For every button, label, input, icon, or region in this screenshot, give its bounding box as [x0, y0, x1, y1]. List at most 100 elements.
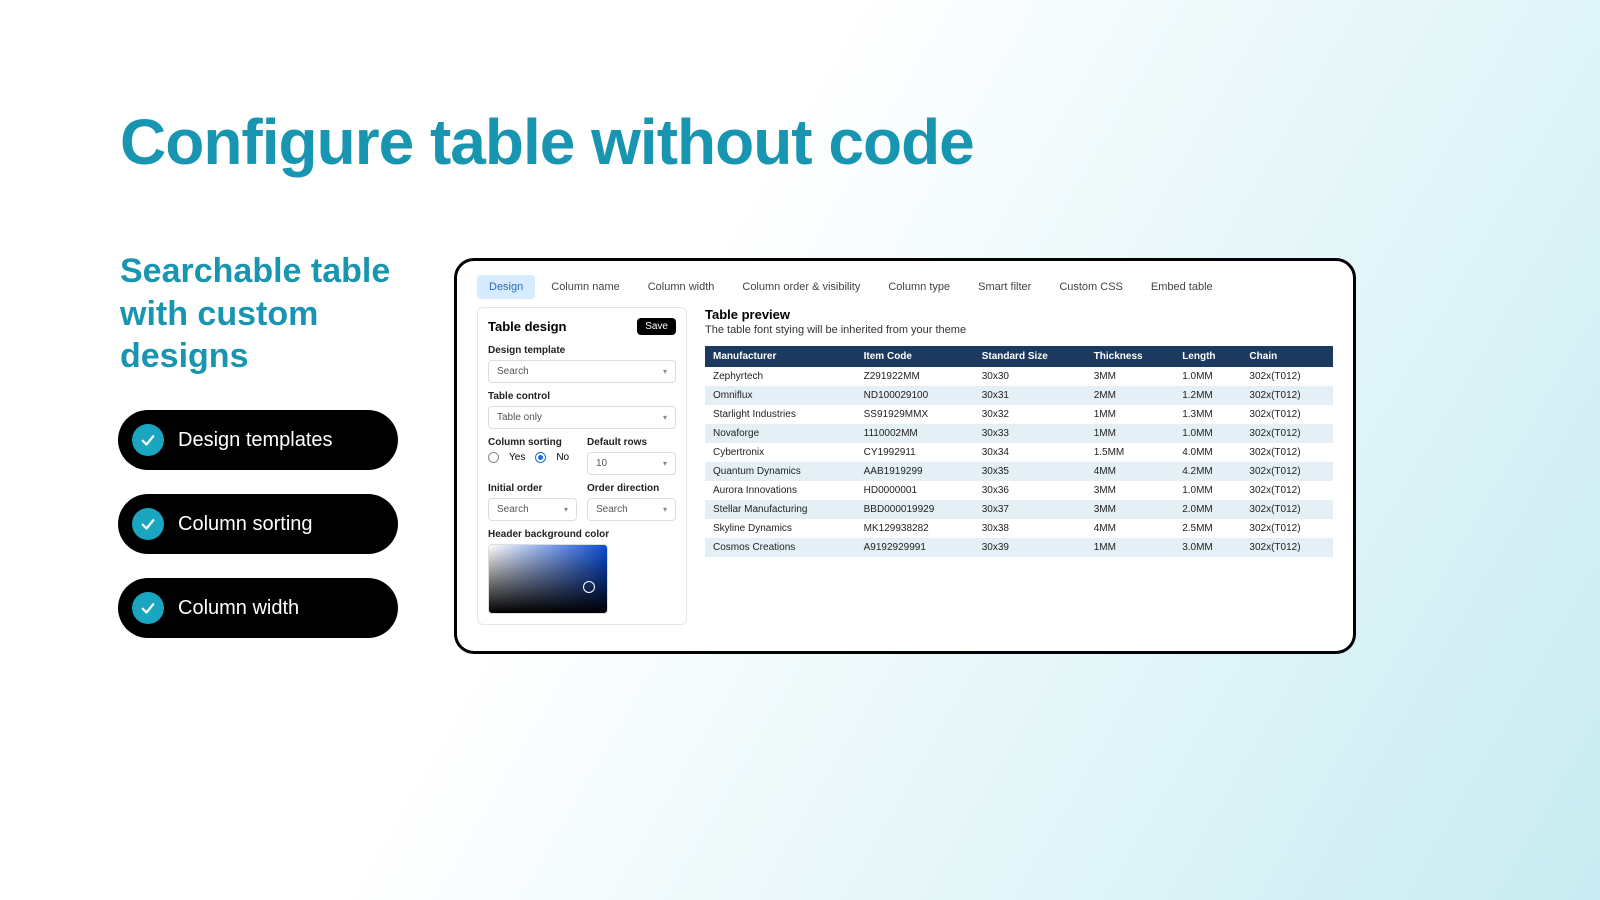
chevron-down-icon: ▾	[663, 413, 667, 422]
chevron-down-icon: ▾	[663, 367, 667, 376]
panel-title: Table design	[488, 319, 567, 334]
preview-title: Table preview	[705, 307, 1333, 322]
table-cell: 1.3MM	[1174, 405, 1241, 424]
chevron-down-icon: ▾	[663, 505, 667, 514]
table-cell: 1.0MM	[1174, 481, 1241, 500]
default-rows-select[interactable]: 10 ▾	[587, 452, 676, 475]
table-cell: 1MM	[1086, 538, 1175, 557]
radio-no[interactable]	[535, 452, 546, 463]
preview-panel: Table preview The table font stying will…	[705, 307, 1333, 625]
design-panel: Table design Save Design template Search…	[477, 307, 687, 625]
table-cell: BBD000019929	[856, 500, 974, 519]
table-cell: SS91929MMX	[856, 405, 974, 424]
tab-smart-filter[interactable]: Smart filter	[966, 275, 1043, 299]
tab-design[interactable]: Design	[477, 275, 535, 299]
order-direction-label: Order direction	[587, 483, 676, 494]
table-cell: 3MM	[1086, 500, 1175, 519]
table-cell: 1MM	[1086, 405, 1175, 424]
table-cell: 30x37	[974, 500, 1086, 519]
save-button[interactable]: Save	[637, 318, 676, 335]
table-cell: 3.0MM	[1174, 538, 1241, 557]
feature-pill-label: Design templates	[178, 429, 333, 452]
table-cell: 30x30	[974, 367, 1086, 386]
check-icon	[132, 508, 164, 540]
table-cell: HD0000001	[856, 481, 974, 500]
hero-title: Configure table without code	[120, 105, 974, 179]
column-sorting-label: Column sorting	[488, 437, 577, 448]
tab-bar: DesignColumn nameColumn widthColumn orde…	[477, 275, 1333, 299]
column-header[interactable]: Standard Size	[974, 346, 1086, 367]
table-row: Stellar ManufacturingBBD00001992930x373M…	[705, 500, 1333, 519]
chevron-down-icon: ▾	[564, 505, 568, 514]
feature-pill-label: Column width	[178, 597, 299, 620]
feature-pill-label: Column sorting	[178, 513, 313, 536]
initial-order-label: Initial order	[488, 483, 577, 494]
table-cell: 1.0MM	[1174, 424, 1241, 443]
table-row: Quantum DynamicsAAB191929930x354MM4.2MM3…	[705, 462, 1333, 481]
table-row: Aurora InnovationsHD000000130x363MM1.0MM…	[705, 481, 1333, 500]
table-cell: 2.5MM	[1174, 519, 1241, 538]
hero-subtitle: Searchable table with custom designs	[120, 250, 420, 378]
column-header[interactable]: Item Code	[856, 346, 974, 367]
table-row: ZephyrtechZ291922MM30x303MM1.0MM302x(T01…	[705, 367, 1333, 386]
table-cell: Cybertronix	[705, 443, 856, 462]
table-cell: 1MM	[1086, 424, 1175, 443]
table-cell: Omniflux	[705, 386, 856, 405]
initial-order-value: Search	[497, 504, 529, 515]
table-cell: Novaforge	[705, 424, 856, 443]
tab-embed-table[interactable]: Embed table	[1139, 275, 1225, 299]
app-window: DesignColumn nameColumn widthColumn orde…	[454, 258, 1356, 654]
table-cell: 30x35	[974, 462, 1086, 481]
table-cell: 302x(T012)	[1241, 538, 1333, 557]
table-cell: Zephyrtech	[705, 367, 856, 386]
table-row: Novaforge1110002MM30x331MM1.0MM302x(T012…	[705, 424, 1333, 443]
color-picker[interactable]	[488, 544, 608, 614]
design-template-label: Design template	[488, 345, 676, 356]
table-cell: 30x39	[974, 538, 1086, 557]
radio-yes[interactable]	[488, 452, 499, 463]
table-cell: A9192929991	[856, 538, 974, 557]
check-icon	[132, 592, 164, 624]
table-cell: 1.5MM	[1086, 443, 1175, 462]
table-cell: MK129938282	[856, 519, 974, 538]
tab-column-width[interactable]: Column width	[636, 275, 727, 299]
tab-custom-css[interactable]: Custom CSS	[1047, 275, 1135, 299]
design-template-select[interactable]: Search ▾	[488, 360, 676, 383]
table-cell: Quantum Dynamics	[705, 462, 856, 481]
table-cell: 30x34	[974, 443, 1086, 462]
column-header[interactable]: Manufacturer	[705, 346, 856, 367]
table-cell: 302x(T012)	[1241, 443, 1333, 462]
table-control-select[interactable]: Table only ▾	[488, 406, 676, 429]
column-header[interactable]: Thickness	[1086, 346, 1175, 367]
tab-column-type[interactable]: Column type	[876, 275, 962, 299]
preview-subtitle: The table font stying will be inherited …	[705, 324, 1333, 336]
table-row: Starlight IndustriesSS91929MMX30x321MM1.…	[705, 405, 1333, 424]
table-control-label: Table control	[488, 391, 676, 402]
column-header[interactable]: Chain	[1241, 346, 1333, 367]
table-row: Cosmos CreationsA919292999130x391MM3.0MM…	[705, 538, 1333, 557]
table-cell: 30x33	[974, 424, 1086, 443]
feature-pill-list: Design templates Column sorting Column wid…	[118, 410, 398, 638]
initial-order-select[interactable]: Search ▾	[488, 498, 577, 521]
check-icon	[132, 424, 164, 456]
tab-column-order-visibility[interactable]: Column order & visibility	[730, 275, 872, 299]
table-row: Skyline DynamicsMK12993828230x384MM2.5MM…	[705, 519, 1333, 538]
table-cell: AAB1919299	[856, 462, 974, 481]
table-cell: 302x(T012)	[1241, 481, 1333, 500]
feature-pill: Column sorting	[118, 494, 398, 554]
table-cell: 302x(T012)	[1241, 519, 1333, 538]
table-cell: 302x(T012)	[1241, 405, 1333, 424]
order-direction-select[interactable]: Search ▾	[587, 498, 676, 521]
table-cell: 302x(T012)	[1241, 367, 1333, 386]
tab-column-name[interactable]: Column name	[539, 275, 631, 299]
table-row: CybertronixCY199291130x341.5MM4.0MM302x(…	[705, 443, 1333, 462]
table-cell: 30x38	[974, 519, 1086, 538]
table-cell: Stellar Manufacturing	[705, 500, 856, 519]
table-cell: 30x36	[974, 481, 1086, 500]
table-cell: 1110002MM	[856, 424, 974, 443]
table-cell: Starlight Industries	[705, 405, 856, 424]
table-cell: Aurora Innovations	[705, 481, 856, 500]
table-control-value: Table only	[497, 412, 542, 423]
table-cell: 302x(T012)	[1241, 386, 1333, 405]
column-header[interactable]: Length	[1174, 346, 1241, 367]
